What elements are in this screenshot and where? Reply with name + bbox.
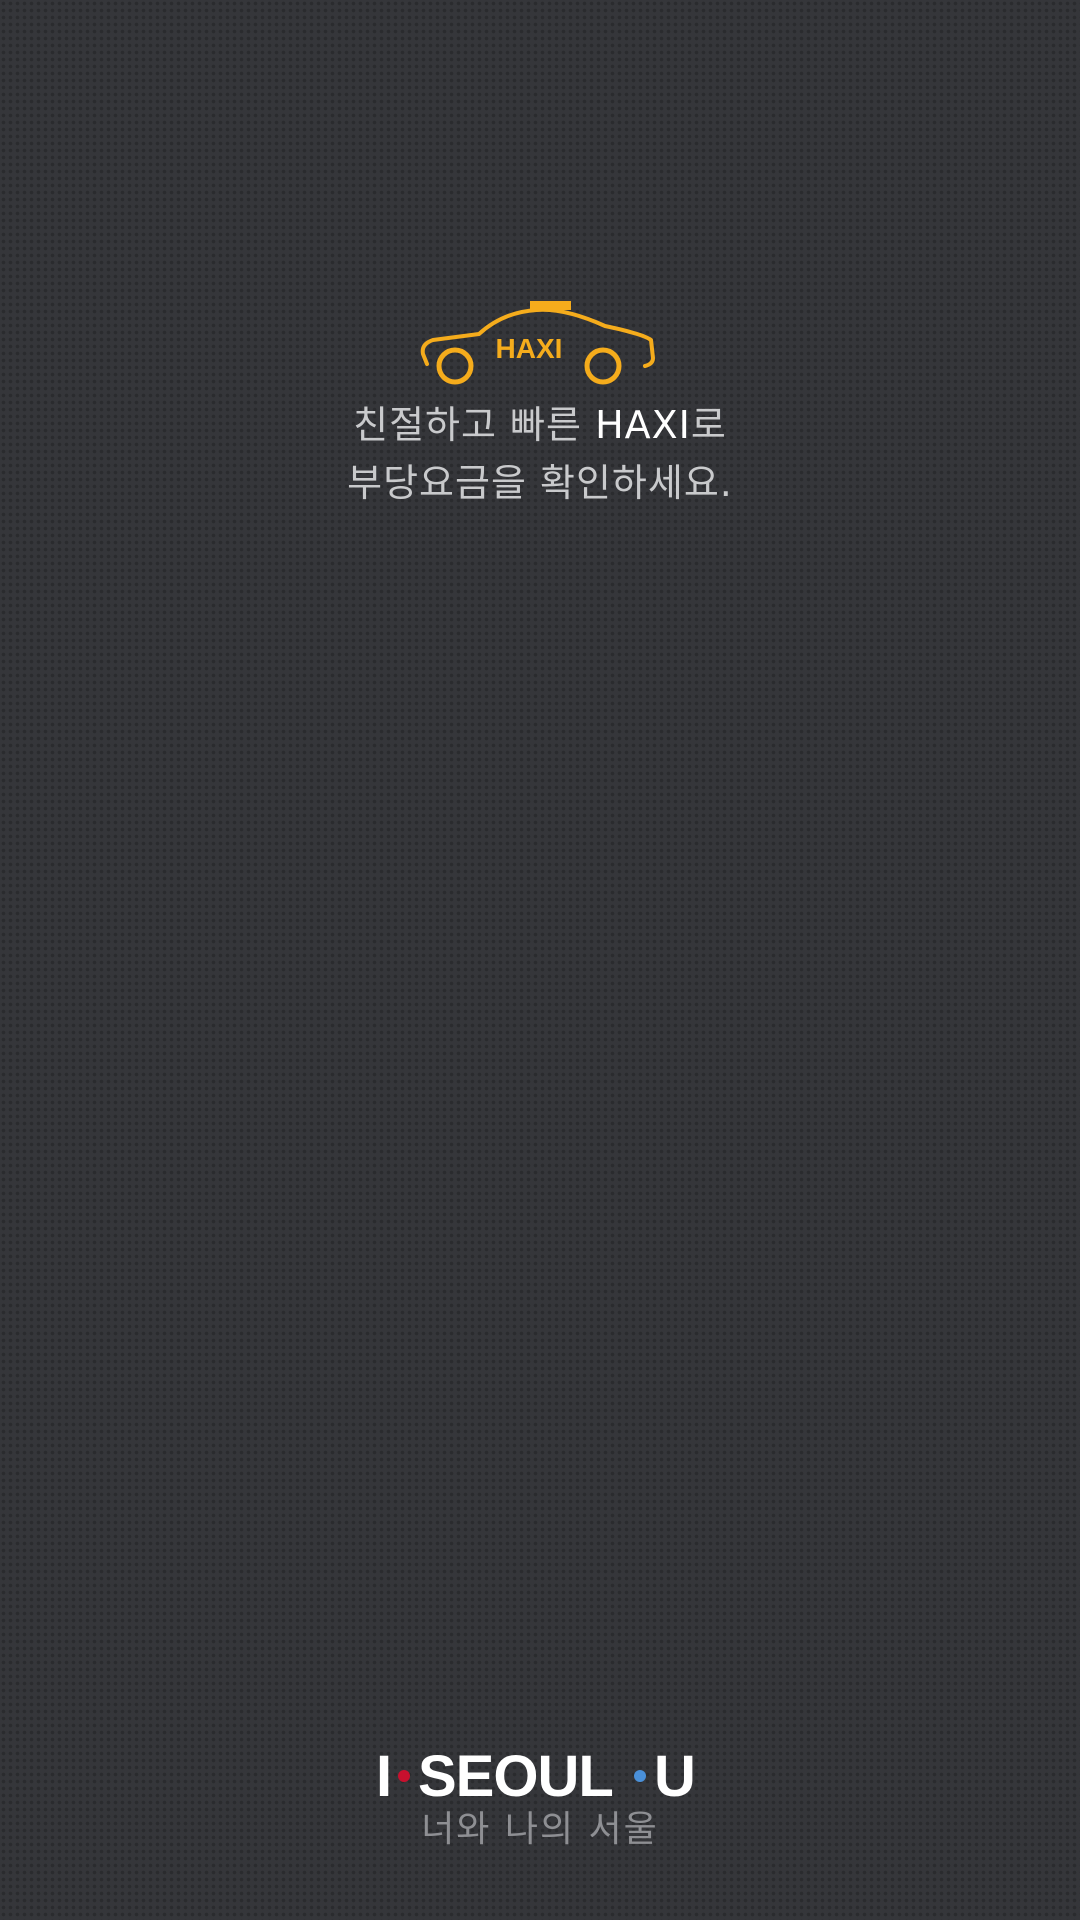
logo-word-seoul: SEOUL <box>418 1744 613 1806</box>
footer: I SEOUL U 너와 나의 서울 <box>0 1740 1080 1854</box>
red-dot-icon <box>398 1770 410 1782</box>
i-seoul-u-logo: I SEOUL U <box>376 1744 696 1806</box>
tagline-line1: 친절하고 빠른 HAXI로 <box>0 396 1080 454</box>
splash-screen: HAXI 친절하고 빠른 HAXI로 부당요금을 확인하세요. I SEOUL … <box>0 0 1080 1920</box>
tagline-line1-prefix: 친절하고 빠른 <box>353 403 596 447</box>
tagline-line2: 부당요금을 확인하세요. <box>347 461 733 505</box>
footer-subtitle: 너와 나의 서울 <box>421 1809 659 1850</box>
logo-letter-u: U <box>654 1744 696 1806</box>
tagline-brand: HAXI <box>595 403 691 447</box>
taxi-logo-text: HAXI <box>496 333 563 364</box>
taxi-icon: HAXI <box>420 301 655 385</box>
tagline: 친절하고 빠른 HAXI로 부당요금을 확인하세요. <box>0 396 1080 512</box>
blue-dot-icon <box>634 1770 646 1782</box>
tagline-line1-suffix: 로 <box>690 403 727 447</box>
logo-letter-i: I <box>376 1744 392 1806</box>
splash-header: HAXI 친절하고 빠른 HAXI로 부당요금을 확인하세요. <box>0 290 1080 512</box>
